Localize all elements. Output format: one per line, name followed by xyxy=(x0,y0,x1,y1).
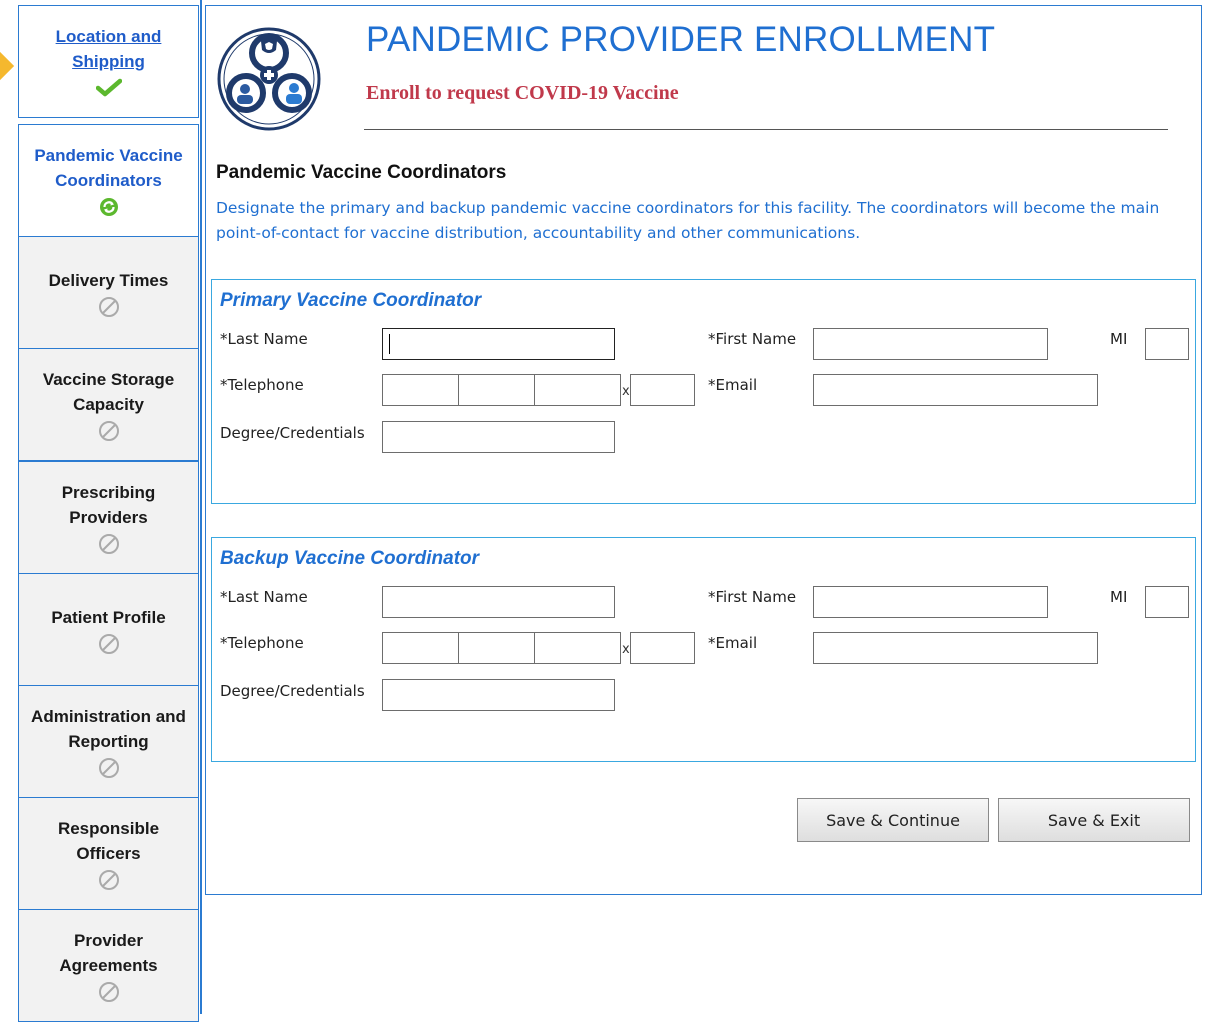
disabled-icon xyxy=(98,633,120,655)
enrollment-steps-sidebar: Location and Shipping Pandemic Vaccine Coo… xyxy=(0,0,202,1022)
primary-first-name-input[interactable] xyxy=(813,328,1048,360)
step-patient-profile[interactable]: Patient Profile xyxy=(18,573,199,686)
save-exit-button[interactable]: Save & Exit xyxy=(998,798,1190,842)
step-label: Delivery Times xyxy=(48,270,169,290)
degree-label: Degree/Credentials xyxy=(220,682,365,700)
text-caret xyxy=(389,334,390,354)
disabled-icon xyxy=(98,981,120,1003)
backup-mi-input[interactable] xyxy=(1145,586,1189,618)
save-continue-button[interactable]: Save & Continue xyxy=(797,798,989,842)
primary-phone-prefix-input[interactable] xyxy=(458,374,535,406)
disabled-icon xyxy=(98,757,120,779)
step-label: Responsible Officers xyxy=(57,819,160,863)
biohazard-logo xyxy=(217,27,321,131)
step-prescribing-providers[interactable]: Prescribing Providers xyxy=(18,461,199,574)
step-responsible-officers[interactable]: Responsible Officers xyxy=(18,797,199,910)
step-provider-agreements[interactable]: Provider Agreements xyxy=(18,909,199,1022)
step-label: Prescribing Providers xyxy=(61,483,156,527)
extension-separator: x xyxy=(622,384,630,399)
section-description: Designate the primary and backup pandemi… xyxy=(216,199,1160,242)
disabled-icon xyxy=(98,420,120,442)
step-label: Administration and Reporting xyxy=(31,707,186,751)
primary-phone-ext-input[interactable] xyxy=(630,374,695,406)
mi-label: MI xyxy=(1110,588,1128,606)
step-label[interactable]: Location and Shipping xyxy=(56,24,162,74)
backup-phone-line-input[interactable] xyxy=(534,632,621,664)
backup-email-input[interactable] xyxy=(813,632,1098,664)
checkmark-icon xyxy=(95,77,122,99)
primary-degree-input[interactable] xyxy=(382,421,615,453)
step-delivery-times[interactable]: Delivery Times xyxy=(18,236,199,349)
backup-coordinator-title: Backup Vaccine Coordinator xyxy=(220,548,480,569)
page-title: PANDEMIC PROVIDER ENROLLMENT xyxy=(366,20,996,59)
backup-coordinator-section: Backup Vaccine Coordinator *Last Name *F… xyxy=(211,537,1196,762)
primary-phone-area-input[interactable] xyxy=(382,374,459,406)
step-label: Pandemic Vaccine Coordinators xyxy=(34,146,183,190)
title-divider xyxy=(364,129,1168,130)
enrollment-form-panel: PANDEMIC PROVIDER ENROLLMENT Enroll to r… xyxy=(205,5,1202,895)
step-label: Patient Profile xyxy=(51,607,166,627)
backup-degree-input[interactable] xyxy=(382,679,615,711)
primary-coordinator-title: Primary Vaccine Coordinator xyxy=(220,290,482,311)
primary-email-input[interactable] xyxy=(813,374,1098,406)
backup-first-name-input[interactable] xyxy=(813,586,1048,618)
last-name-label: *Last Name xyxy=(220,588,308,606)
step-pandemic-vaccine-coordinators[interactable]: Pandemic Vaccine Coordinators xyxy=(18,124,199,237)
primary-last-name-input[interactable] xyxy=(382,328,615,360)
disabled-icon xyxy=(98,296,120,318)
backup-phone-ext-input[interactable] xyxy=(630,632,695,664)
page-subtitle: Enroll to request COVID-19 Vaccine xyxy=(366,82,679,104)
disabled-icon xyxy=(98,533,120,555)
telephone-label: *Telephone xyxy=(220,634,304,652)
step-label: Provider Agreements xyxy=(59,931,158,975)
step-administration-and-reporting[interactable]: Administration and Reporting xyxy=(18,685,199,798)
step-label: Vaccine Storage Capacity xyxy=(42,370,175,414)
email-label: *Email xyxy=(708,634,758,652)
telephone-label: *Telephone xyxy=(220,376,304,394)
step-location-and-shipping[interactable]: Location and Shipping xyxy=(18,5,199,118)
primary-coordinator-section: Primary Vaccine Coordinator *Last Name *… xyxy=(211,279,1196,504)
mi-label: MI xyxy=(1110,330,1128,348)
backup-phone-prefix-input[interactable] xyxy=(458,632,535,664)
refresh-icon xyxy=(99,196,119,218)
disabled-icon xyxy=(98,869,120,891)
section-heading: Pandemic Vaccine Coordinators xyxy=(216,162,507,183)
first-name-label: *First Name xyxy=(708,588,797,606)
degree-label: Degree/Credentials xyxy=(220,424,365,442)
backup-last-name-input[interactable] xyxy=(382,586,615,618)
email-label: *Email xyxy=(708,376,758,394)
primary-phone-line-input[interactable] xyxy=(534,374,621,406)
step-vaccine-storage-capacity[interactable]: Vaccine Storage Capacity xyxy=(18,348,199,461)
backup-phone-area-input[interactable] xyxy=(382,632,459,664)
primary-mi-input[interactable] xyxy=(1145,328,1189,360)
extension-separator: x xyxy=(622,642,630,657)
last-name-label: *Last Name xyxy=(220,330,308,348)
first-name-label: *First Name xyxy=(708,330,797,348)
